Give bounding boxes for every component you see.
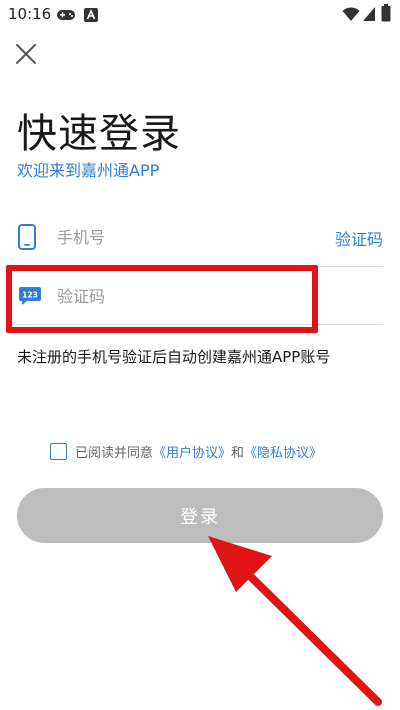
phone-icon — [18, 224, 36, 250]
status-time: 10:16 — [8, 5, 52, 23]
code-input[interactable] — [57, 281, 337, 311]
signal-icon — [363, 7, 375, 21]
wifi-icon — [342, 7, 360, 21]
privacy-policy-link[interactable]: 《隐私协议》 — [244, 442, 322, 461]
phone-input[interactable] — [57, 222, 297, 252]
battery-icon — [381, 4, 391, 22]
login-button[interactable]: 登录 — [17, 488, 383, 543]
code-field-row: 123 — [17, 270, 383, 325]
page-subtitle: 欢迎来到嘉州通APP — [17, 161, 160, 180]
user-agreement-link[interactable]: 《用户协议》 — [153, 442, 231, 461]
status-bar: 10:16 — [0, 0, 400, 30]
page-title: 快速登录 — [17, 111, 181, 157]
agreement-and: 和 — [231, 445, 245, 461]
close-button[interactable] — [12, 40, 40, 68]
close-icon — [16, 44, 36, 64]
annotation-arrow-shaft — [242, 568, 382, 706]
agreement-row: 已阅读并同意 《用户协议》 和 《隐私协议》 — [50, 441, 322, 461]
registration-notice: 未注册的手机号验证后自动创建嘉州通APP账号 — [17, 348, 331, 366]
agreement-checkbox[interactable] — [50, 442, 67, 460]
gamepad-icon — [57, 10, 75, 20]
agreement-prefix: 已阅读并同意 — [75, 445, 154, 461]
phone-field-row: 验证码 — [17, 212, 383, 267]
annotation-arrow-head — [208, 536, 272, 592]
verification-code-icon: 123 — [19, 287, 41, 305]
code-icon-label: 123 — [22, 291, 38, 300]
app-notification-icon — [84, 8, 98, 22]
get-code-button[interactable]: 验证码 — [335, 226, 383, 250]
